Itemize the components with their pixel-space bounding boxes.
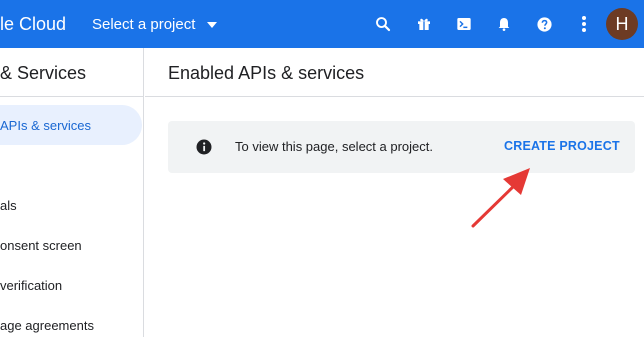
user-avatar[interactable]: H xyxy=(606,8,638,40)
sidebar-item-label: APIs & services xyxy=(0,117,92,133)
sidebar-item-label: age agreements xyxy=(0,317,94,333)
cloud-shell-icon[interactable] xyxy=(453,13,475,35)
sidebar-divider xyxy=(0,96,144,97)
select-project-banner: To view this page, select a project. CRE… xyxy=(168,121,635,173)
sidebar-item-label: als xyxy=(0,197,17,213)
sidebar-item-consent-screen[interactable]: onsent screen xyxy=(0,225,144,265)
sidebar-item-label: verification xyxy=(0,277,63,293)
page-title: Enabled APIs & services xyxy=(168,63,365,83)
sidebar-title: & Services xyxy=(0,63,87,83)
create-project-button[interactable]: CREATE PROJECT xyxy=(498,136,626,156)
project-picker[interactable]: Select a project xyxy=(92,12,218,36)
sidebar-item-enabled-apis[interactable]: APIs & services xyxy=(0,105,142,145)
sidebar: & Services APIs & services als onsent sc… xyxy=(0,48,144,337)
product-brand[interactable]: le Cloud xyxy=(0,12,66,36)
top-app-bar: le Cloud Select a project H xyxy=(0,0,644,48)
sidebar-item-domain-verification[interactable]: verification xyxy=(0,265,144,305)
search-icon[interactable] xyxy=(372,13,394,35)
sidebar-item-label: onsent screen xyxy=(0,237,82,253)
header-divider xyxy=(145,96,644,97)
sidebar-item-credentials[interactable]: als xyxy=(0,185,144,225)
caret-down-icon xyxy=(207,22,218,28)
notifications-bell-icon[interactable] xyxy=(493,13,515,35)
info-icon xyxy=(195,138,213,156)
more-vert-icon[interactable] xyxy=(573,13,595,35)
gift-icon[interactable] xyxy=(413,13,435,35)
sidebar-item-library[interactable] xyxy=(0,145,144,185)
banner-message: To view this page, select a project. xyxy=(235,139,433,154)
annotation-arrow xyxy=(471,168,530,228)
main-content: Enabled APIs & services To view this pag… xyxy=(145,48,644,337)
sidebar-item-page-usage-agreements[interactable]: age agreements xyxy=(0,305,144,345)
project-picker-label: Select a project xyxy=(92,15,196,33)
help-icon[interactable] xyxy=(533,13,555,35)
